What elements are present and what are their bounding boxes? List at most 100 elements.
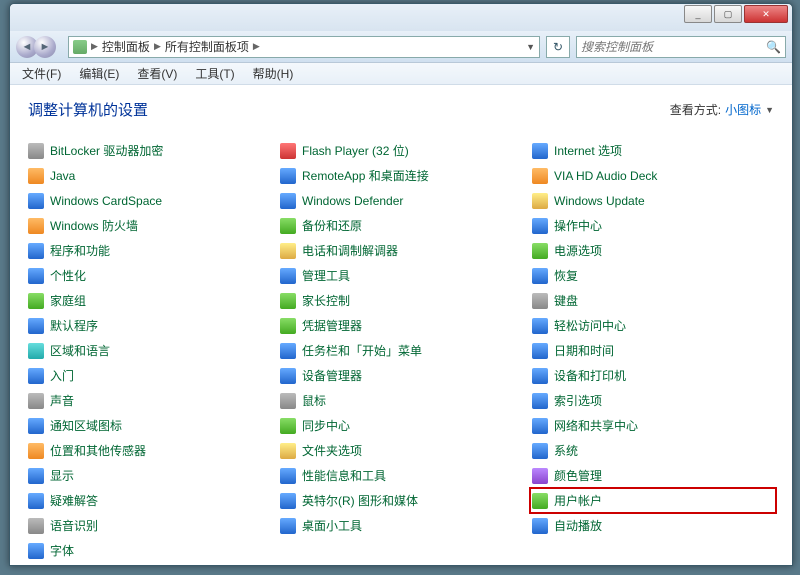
cp-item-label: 通知区域图标 xyxy=(50,417,122,434)
search-icon[interactable]: 🔍 xyxy=(766,40,781,54)
cp-item-phone-modem[interactable]: 电话和调制解调器 xyxy=(280,240,522,261)
cp-item-notification-icons[interactable]: 通知区域图标 xyxy=(28,415,270,436)
address-dropdown-icon[interactable]: ▼ xyxy=(526,42,535,52)
cp-item-folder-options[interactable]: 文件夹选项 xyxy=(280,440,522,461)
cp-item-device-manager[interactable]: 设备管理器 xyxy=(280,365,522,386)
cp-item-java[interactable]: Java xyxy=(28,165,270,186)
refresh-button[interactable]: ↻ xyxy=(546,36,570,58)
cp-item-speech[interactable]: 语音识别 xyxy=(28,515,270,536)
cp-item-label: 键盘 xyxy=(554,292,578,309)
menu-help[interactable]: 帮助(H) xyxy=(245,63,302,84)
menu-tools[interactable]: 工具(T) xyxy=(187,63,242,84)
cp-item-intel-graphics[interactable]: 英特尔(R) 图形和媒体 xyxy=(280,490,522,511)
bitlocker-icon xyxy=(28,143,44,159)
cp-item-action-center[interactable]: 操作中心 xyxy=(532,215,774,236)
cp-item-indexing[interactable]: 索引选项 xyxy=(532,390,774,411)
menu-edit[interactable]: 编辑(E) xyxy=(71,63,127,84)
cp-item-credentials[interactable]: 凭据管理器 xyxy=(280,315,522,336)
cp-item-firewall[interactable]: Windows 防火墙 xyxy=(28,215,270,236)
cp-item-label: 鼠标 xyxy=(302,392,326,409)
cp-item-region[interactable]: 区域和语言 xyxy=(28,340,270,361)
cardspace-icon xyxy=(28,193,44,209)
search-input[interactable] xyxy=(581,40,766,54)
cp-item-default-programs[interactable]: 默认程序 xyxy=(28,315,270,336)
cp-item-defender[interactable]: Windows Defender xyxy=(280,190,522,211)
cp-item-bitlocker[interactable]: BitLocker 驱动器加密 xyxy=(28,140,270,161)
cp-item-sync-center[interactable]: 同步中心 xyxy=(280,415,522,436)
cp-item-autoplay[interactable]: 自动播放 xyxy=(532,515,774,536)
cp-item-label: 操作中心 xyxy=(554,217,602,234)
cp-item-label: 位置和其他传感器 xyxy=(50,442,146,459)
cp-item-getting-started[interactable]: 入门 xyxy=(28,365,270,386)
cp-item-date-time[interactable]: 日期和时间 xyxy=(532,340,774,361)
cp-item-flash-player[interactable]: Flash Player (32 位) xyxy=(280,140,522,161)
control-panel-icon xyxy=(73,40,87,54)
cp-item-via-audio[interactable]: VIA HD Audio Deck xyxy=(532,165,774,186)
flash-player-icon xyxy=(280,143,296,159)
cp-item-user-accounts[interactable]: 用户帐户 xyxy=(532,490,774,511)
view-by-label: 查看方式: xyxy=(670,101,721,118)
search-box[interactable]: 🔍 xyxy=(576,36,786,58)
address-bar[interactable]: ▶ 控制面板 ▶ 所有控制面板项 ▶ ▼ xyxy=(68,36,540,58)
page-title: 调整计算机的设置 xyxy=(28,99,148,120)
taskbar-icon xyxy=(280,343,296,359)
troubleshooting-icon xyxy=(28,493,44,509)
cp-item-label: Windows Update xyxy=(554,194,645,208)
cp-item-power-options[interactable]: 电源选项 xyxy=(532,240,774,261)
menu-view[interactable]: 查看(V) xyxy=(129,63,185,84)
cp-item-admin-tools[interactable]: 管理工具 xyxy=(280,265,522,286)
cp-item-label: 默认程序 xyxy=(50,317,98,334)
forward-button[interactable]: ► xyxy=(34,36,56,58)
chevron-right-icon: ▶ xyxy=(154,41,161,52)
parental-icon xyxy=(280,293,296,309)
minimize-button[interactable]: _ xyxy=(684,5,712,23)
cp-item-ease-of-access[interactable]: 轻松访问中心 xyxy=(532,315,774,336)
cp-item-troubleshooting[interactable]: 疑难解答 xyxy=(28,490,270,511)
breadcrumb-item[interactable]: 控制面板 xyxy=(102,38,150,55)
maximize-button[interactable]: ▢ xyxy=(714,5,742,23)
cp-item-gadgets[interactable]: 桌面小工具 xyxy=(280,515,522,536)
cp-item-devices-printers[interactable]: 设备和打印机 xyxy=(532,365,774,386)
cp-item-label: 文件夹选项 xyxy=(302,442,362,459)
cp-item-label: 桌面小工具 xyxy=(302,517,362,534)
network-sharing-icon xyxy=(532,418,548,434)
cp-item-mouse[interactable]: 鼠标 xyxy=(280,390,522,411)
cp-item-recovery[interactable]: 恢复 xyxy=(532,265,774,286)
devices-printers-icon xyxy=(532,368,548,384)
cp-item-programs[interactable]: 程序和功能 xyxy=(28,240,270,261)
cp-item-parental[interactable]: 家长控制 xyxy=(280,290,522,311)
indexing-icon xyxy=(532,393,548,409)
cp-item-windows-update[interactable]: Windows Update xyxy=(532,190,774,211)
cp-item-display[interactable]: 显示 xyxy=(28,465,270,486)
cp-item-network-sharing[interactable]: 网络和共享中心 xyxy=(532,415,774,436)
cp-item-remoteapp[interactable]: RemoteApp 和桌面连接 xyxy=(280,165,522,186)
cp-item-internet-options[interactable]: Internet 选项 xyxy=(532,140,774,161)
menu-file[interactable]: 文件(F) xyxy=(14,63,69,84)
cp-item-system[interactable]: 系统 xyxy=(532,440,774,461)
cp-item-label: Windows CardSpace xyxy=(50,194,162,208)
close-button[interactable]: ✕ xyxy=(744,5,788,23)
cp-item-label: 电话和调制解调器 xyxy=(302,242,398,259)
keyboard-icon xyxy=(532,293,548,309)
cp-item-performance[interactable]: 性能信息和工具 xyxy=(280,465,522,486)
cp-item-sound[interactable]: 声音 xyxy=(28,390,270,411)
cp-item-fonts[interactable]: 字体 xyxy=(28,540,270,561)
cp-item-label: VIA HD Audio Deck xyxy=(554,169,657,183)
view-by-value[interactable]: 小图标 xyxy=(725,101,761,118)
cp-item-cardspace[interactable]: Windows CardSpace xyxy=(28,190,270,211)
cp-item-label: 同步中心 xyxy=(302,417,350,434)
cp-item-backup[interactable]: 备份和还原 xyxy=(280,215,522,236)
cp-item-homegroup[interactable]: 家庭组 xyxy=(28,290,270,311)
cp-item-location-sensors[interactable]: 位置和其他传感器 xyxy=(28,440,270,461)
cp-item-label: 入门 xyxy=(50,367,74,384)
cp-item-personalization[interactable]: 个性化 xyxy=(28,265,270,286)
cp-item-color-management[interactable]: 颜色管理 xyxy=(532,465,774,486)
cp-item-label: 恢复 xyxy=(554,267,578,284)
programs-icon xyxy=(28,243,44,259)
breadcrumb-item[interactable]: 所有控制面板项 xyxy=(165,38,249,55)
cp-item-taskbar[interactable]: 任务栏和「开始」菜单 xyxy=(280,340,522,361)
cp-item-keyboard[interactable]: 键盘 xyxy=(532,290,774,311)
system-icon xyxy=(532,443,548,459)
chevron-down-icon[interactable]: ▼ xyxy=(765,105,774,115)
cp-item-label: 英特尔(R) 图形和媒体 xyxy=(302,492,418,509)
